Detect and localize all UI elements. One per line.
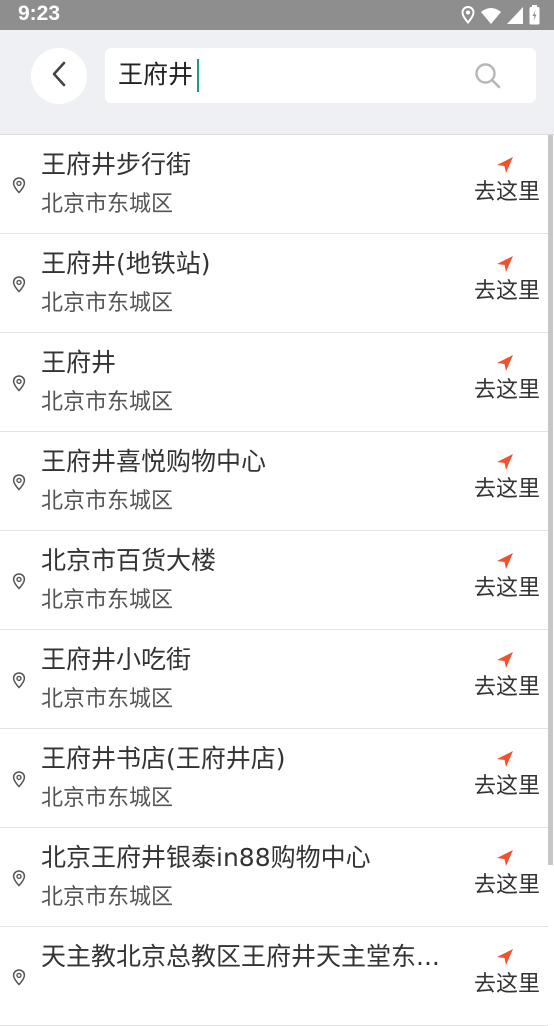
navigate-arrow-icon xyxy=(497,256,513,272)
list-item[interactable]: 王府井喜悦购物中心 北京市东城区 去这里 xyxy=(0,432,548,531)
place-name: 王府井(地铁站) xyxy=(41,249,211,278)
wifi-icon xyxy=(481,7,501,24)
go-here-label: 去这里 xyxy=(473,279,540,304)
status-bar: 9:23 xyxy=(0,0,554,30)
go-here-label: 去这里 xyxy=(473,180,540,205)
location-pin-icon xyxy=(12,870,26,891)
list-item[interactable]: 王府井小吃街 北京市东城区 去这里 xyxy=(0,630,548,729)
text-caret xyxy=(197,59,199,92)
location-pin-icon xyxy=(12,573,26,594)
status-time: 9:23 xyxy=(18,2,61,25)
list-item[interactable]: 北京王府井银泰in88购物中心 北京市东城区 去这里 xyxy=(0,828,548,927)
search-header: 王府井 xyxy=(0,30,554,135)
go-here-button[interactable]: 去这里 xyxy=(462,452,552,504)
go-here-button[interactable]: 去这里 xyxy=(462,848,552,900)
location-pin-icon xyxy=(12,969,26,990)
place-district: 北京市东城区 xyxy=(41,489,174,514)
scrollbar[interactable] xyxy=(548,135,553,865)
go-here-label: 去这里 xyxy=(473,774,540,799)
list-item[interactable]: 王府井(地铁站) 北京市东城区 去这里 xyxy=(0,234,548,333)
go-here-label: 去这里 xyxy=(473,972,540,997)
navigate-arrow-icon xyxy=(497,454,513,470)
status-icons xyxy=(461,5,540,25)
place-name: 王府井喜悦购物中心 xyxy=(41,447,267,476)
location-pin-icon xyxy=(12,771,26,792)
location-pin-icon xyxy=(12,474,26,495)
location-pin-icon xyxy=(12,276,26,297)
list-item[interactable]: 王府井书店(王府井店) 北京市东城区 去这里 xyxy=(0,729,548,828)
go-here-button[interactable]: 去这里 xyxy=(462,254,552,306)
go-here-label: 去这里 xyxy=(473,675,540,700)
go-here-button[interactable]: 去这里 xyxy=(462,650,552,702)
back-button[interactable] xyxy=(31,48,87,104)
go-here-button[interactable]: 去这里 xyxy=(462,551,552,603)
location-pin-icon xyxy=(12,177,26,198)
navigate-arrow-icon xyxy=(497,355,513,371)
place-name: 天主教北京总教区王府井天主堂东... xyxy=(41,942,440,971)
go-here-button[interactable]: 去这里 xyxy=(462,353,552,405)
place-district: 北京市东城区 xyxy=(41,687,174,712)
navigate-arrow-icon xyxy=(497,157,513,173)
navigate-arrow-icon xyxy=(497,949,513,965)
navigate-arrow-icon xyxy=(497,652,513,668)
go-here-label: 去这里 xyxy=(473,378,540,403)
search-input-value: 王府井 xyxy=(118,60,194,89)
go-here-label: 去这里 xyxy=(473,576,540,601)
list-item[interactable]: 天主教北京总教区王府井天主堂东... 去这里 xyxy=(0,927,548,1026)
place-district: 北京市东城区 xyxy=(41,786,174,811)
place-district: 北京市东城区 xyxy=(41,192,174,217)
navigate-arrow-icon xyxy=(497,553,513,569)
go-here-button[interactable]: 去这里 xyxy=(462,749,552,801)
place-district: 北京市东城区 xyxy=(41,291,174,316)
list-item[interactable]: 北京市百货大楼 北京市东城区 去这里 xyxy=(0,531,548,630)
place-name: 北京市百货大楼 xyxy=(41,546,217,575)
place-district: 北京市东城区 xyxy=(41,390,174,415)
place-name: 王府井 xyxy=(41,348,117,377)
list-item[interactable]: 王府井步行街 北京市东城区 去这里 xyxy=(0,135,548,234)
back-arrow-icon xyxy=(51,61,67,91)
place-name: 王府井小吃街 xyxy=(41,645,192,674)
go-here-button[interactable]: 去这里 xyxy=(462,155,552,207)
go-here-button[interactable]: 去这里 xyxy=(462,947,552,999)
search-input[interactable]: 王府井 xyxy=(105,48,536,103)
battery-icon xyxy=(529,5,540,25)
search-icon[interactable] xyxy=(474,62,502,94)
place-name: 王府井步行街 xyxy=(41,150,192,179)
place-district: 北京市东城区 xyxy=(41,588,174,613)
place-name: 王府井书店(王府井店) xyxy=(41,744,286,773)
location-pin-icon xyxy=(12,672,26,693)
location-pin-icon xyxy=(12,375,26,396)
location-icon xyxy=(461,6,475,24)
list-item[interactable]: 王府井 北京市东城区 去这里 xyxy=(0,333,548,432)
results-list: 王府井步行街 北京市东城区 去这里 王府井(地铁站) 北京市东城区 去这里 王府… xyxy=(0,135,548,1026)
go-here-label: 去这里 xyxy=(473,477,540,502)
go-here-label: 去这里 xyxy=(473,873,540,898)
signal-icon xyxy=(507,6,523,24)
navigate-arrow-icon xyxy=(497,751,513,767)
place-name: 北京王府井银泰in88购物中心 xyxy=(41,843,371,872)
place-district: 北京市东城区 xyxy=(41,885,174,910)
navigate-arrow-icon xyxy=(497,850,513,866)
